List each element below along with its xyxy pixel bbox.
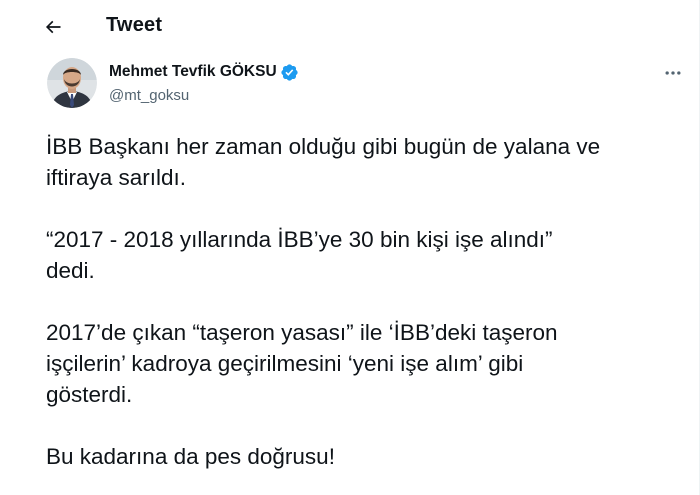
author-name[interactable]: Mehmet Tevfik GÖKSU xyxy=(109,62,277,82)
tweet-paragraph: İBB Başkanı her zaman olduğu gibi bugün … xyxy=(46,134,601,190)
arrow-left-icon xyxy=(45,20,61,34)
more-horizontal-icon xyxy=(665,71,681,75)
tweet-paragraph: 2017’de çıkan “taşeron yasası” ile ‘İBB’… xyxy=(46,320,558,407)
avatar-image xyxy=(47,58,97,108)
name-row: Mehmet Tevfik GÖKSU xyxy=(109,62,299,82)
tweet-text: İBB Başkanı her zaman olduğu gibi bugün … xyxy=(46,131,686,472)
page-title: Tweet xyxy=(106,14,163,36)
tweet-paragraph: “2017 - 2018 yıllarında İBB’ye 30 bin ki… xyxy=(46,227,553,283)
header-bar: Tweet xyxy=(0,0,699,50)
avatar[interactable] xyxy=(47,58,97,108)
more-options-button[interactable] xyxy=(658,58,688,88)
verified-badge-icon xyxy=(280,63,299,82)
author-handle[interactable]: @mt_goksu xyxy=(109,86,189,106)
tweet-page: Tweet Mehmet Tevfik GÖKSU @mt_goksu İBB … xyxy=(0,0,700,495)
tweet-paragraph: Bu kadarına da pes doğrusu! xyxy=(46,444,335,469)
tweet-author: Mehmet Tevfik GÖKSU @mt_goksu xyxy=(47,58,687,112)
back-button[interactable] xyxy=(36,10,70,44)
